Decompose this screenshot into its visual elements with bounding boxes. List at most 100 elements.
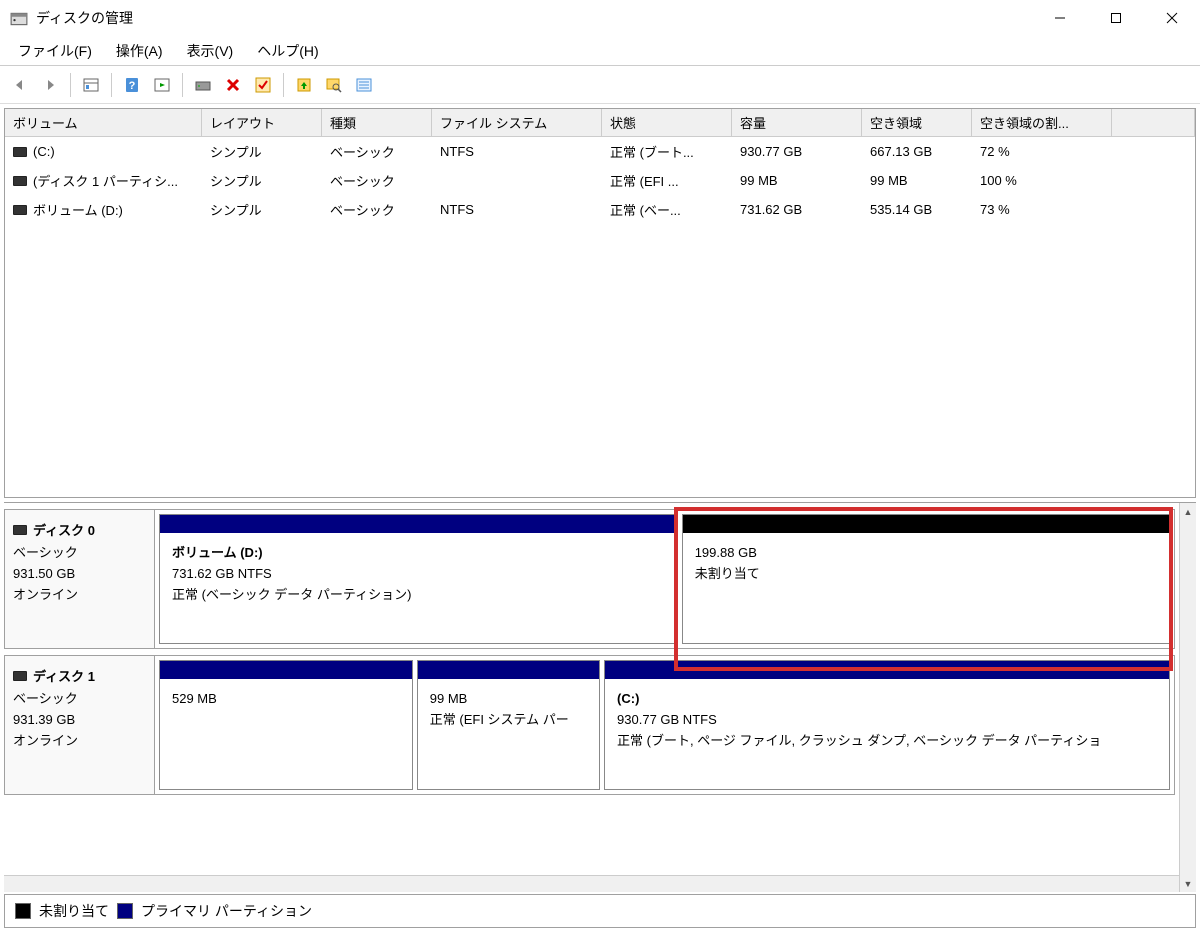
- col-capacity[interactable]: 容量: [732, 109, 862, 136]
- vertical-scrollbar[interactable]: ▲ ▼: [1179, 503, 1196, 892]
- menu-help[interactable]: ヘルプ(H): [245, 36, 330, 65]
- volume-cell-capacity: 930.77 GB: [732, 140, 862, 163]
- volume-cell-fs: [432, 169, 602, 192]
- partition-info: 529 MB: [160, 679, 412, 789]
- volume-cell-layout: シンプル: [202, 198, 322, 221]
- col-free-pct[interactable]: 空き領域の割...: [972, 109, 1112, 136]
- svg-text:?: ?: [129, 80, 136, 92]
- volume-cell-name: ボリューム (D:): [5, 198, 202, 221]
- partition-info: 199.88 GB未割り当て: [683, 533, 1169, 643]
- disk-button[interactable]: [189, 71, 217, 99]
- volume-cell-type: ベーシック: [322, 140, 432, 163]
- disk-icon: [13, 671, 27, 681]
- col-type[interactable]: 種類: [322, 109, 432, 136]
- volume-cell-fs: NTFS: [432, 198, 602, 221]
- toolbar-separator: [111, 73, 112, 97]
- app-icon: [10, 10, 26, 26]
- volume-cell-fs: NTFS: [432, 140, 602, 163]
- scroll-down-icon[interactable]: ▼: [1180, 875, 1196, 892]
- col-status[interactable]: 状態: [602, 109, 732, 136]
- partition-info: ボリューム (D:)731.62 GB NTFS正常 (ベーシック データ パー…: [160, 533, 677, 643]
- volume-icon: [13, 147, 27, 157]
- disk-row: ディスク 0ベーシック931.50 GBオンラインボリューム (D:)731.6…: [4, 509, 1175, 649]
- close-button[interactable]: [1144, 0, 1200, 36]
- legend-label-unallocated: 未割り当て: [39, 901, 109, 921]
- title-bar: ディスクの管理: [0, 0, 1200, 36]
- partition-unallocated[interactable]: 199.88 GB未割り当て: [682, 514, 1170, 644]
- menu-bar: ファイル(F) 操作(A) 表示(V) ヘルプ(H): [0, 36, 1200, 66]
- volume-cell-free: 99 MB: [862, 169, 972, 192]
- partition-primary[interactable]: 99 MB正常 (EFI システム パー: [417, 660, 600, 790]
- scroll-up-icon[interactable]: ▲: [1180, 503, 1196, 520]
- col-filesystem[interactable]: ファイル システム: [432, 109, 602, 136]
- partition-primary[interactable]: ボリューム (D:)731.62 GB NTFS正常 (ベーシック データ パー…: [159, 514, 678, 644]
- volume-list[interactable]: ボリューム レイアウト 種類 ファイル システム 状態 容量 空き領域 空き領域…: [4, 108, 1196, 498]
- up-arrow-button[interactable]: [290, 71, 318, 99]
- volume-cell-free: 535.14 GB: [862, 198, 972, 221]
- back-button[interactable]: [6, 71, 34, 99]
- volume-row[interactable]: (ディスク 1 パーティシ...シンプルベーシック正常 (EFI ...99 M…: [5, 166, 1195, 195]
- volume-icon: [13, 176, 27, 186]
- volume-cell-free: 667.13 GB: [862, 140, 972, 163]
- volume-cell-pct: 73 %: [972, 198, 1112, 221]
- toolbar-separator: [283, 73, 284, 97]
- show-hide-button[interactable]: [77, 71, 105, 99]
- disk-partition-map: ボリューム (D:)731.62 GB NTFS正常 (ベーシック データ パー…: [155, 510, 1174, 648]
- volume-cell-status: 正常 (ブート...: [602, 140, 732, 163]
- partition-info: (C:)930.77 GB NTFS正常 (ブート, ページ ファイル, クラッ…: [605, 679, 1169, 789]
- volume-row[interactable]: ボリューム (D:)シンプルベーシックNTFS正常 (ベー...731.62 G…: [5, 195, 1195, 224]
- disk-label[interactable]: ディスク 0ベーシック931.50 GBオンライン: [5, 510, 155, 648]
- disk-map-area: ディスク 0ベーシック931.50 GBオンラインボリューム (D:)731.6…: [4, 502, 1196, 892]
- menu-file[interactable]: ファイル(F): [6, 36, 104, 65]
- toolbar-separator: [70, 73, 71, 97]
- check-button[interactable]: [249, 71, 277, 99]
- help-button[interactable]: ?: [118, 71, 146, 99]
- volume-cell-type: ベーシック: [322, 198, 432, 221]
- disk-icon: [13, 525, 27, 535]
- disk-row: ディスク 1ベーシック931.39 GBオンライン529 MB99 MB正常 (…: [4, 655, 1175, 795]
- partition-header: [418, 661, 599, 679]
- legend-label-primary: プライマリ パーティション: [141, 901, 312, 921]
- volume-cell-capacity: 99 MB: [732, 169, 862, 192]
- menu-view[interactable]: 表示(V): [175, 36, 246, 65]
- partition-primary[interactable]: 529 MB: [159, 660, 413, 790]
- volume-cell-layout: シンプル: [202, 140, 322, 163]
- minimize-button[interactable]: [1032, 0, 1088, 36]
- col-free[interactable]: 空き領域: [862, 109, 972, 136]
- maximize-button[interactable]: [1088, 0, 1144, 36]
- legend-swatch-primary: [117, 903, 133, 919]
- volume-cell-capacity: 731.62 GB: [732, 198, 862, 221]
- partition-info: 99 MB正常 (EFI システム パー: [418, 679, 599, 789]
- delete-button[interactable]: [219, 71, 247, 99]
- volume-cell-pct: 100 %: [972, 169, 1112, 192]
- partition-header: [160, 661, 412, 679]
- toolbar: ?: [0, 66, 1200, 104]
- volume-icon: [13, 205, 27, 215]
- col-spacer: [1112, 109, 1195, 136]
- search-button[interactable]: [320, 71, 348, 99]
- partition-primary[interactable]: (C:)930.77 GB NTFS正常 (ブート, ページ ファイル, クラッ…: [604, 660, 1170, 790]
- volume-cell-status: 正常 (EFI ...: [602, 169, 732, 192]
- disk-label[interactable]: ディスク 1ベーシック931.39 GBオンライン: [5, 656, 155, 794]
- volume-row[interactable]: (C:)シンプルベーシックNTFS正常 (ブート...930.77 GB667.…: [5, 137, 1195, 166]
- volume-cell-layout: シンプル: [202, 169, 322, 192]
- forward-button[interactable]: [36, 71, 64, 99]
- col-layout[interactable]: レイアウト: [202, 109, 322, 136]
- col-volume[interactable]: ボリューム: [5, 109, 202, 136]
- volume-list-header: ボリューム レイアウト 種類 ファイル システム 状態 容量 空き領域 空き領域…: [5, 109, 1195, 137]
- partition-header: [160, 515, 677, 533]
- partition-header: [683, 515, 1169, 533]
- toolbar-separator: [182, 73, 183, 97]
- volume-cell-name: (ディスク 1 パーティシ...: [5, 169, 202, 192]
- partition-header: [605, 661, 1169, 679]
- legend-swatch-unallocated: [15, 903, 31, 919]
- disk-partition-map: 529 MB99 MB正常 (EFI システム パー(C:)930.77 GB …: [155, 656, 1174, 794]
- volume-cell-name: (C:): [5, 140, 202, 163]
- volume-cell-type: ベーシック: [322, 169, 432, 192]
- action-button[interactable]: [148, 71, 176, 99]
- menu-action[interactable]: 操作(A): [104, 36, 175, 65]
- list-button[interactable]: [350, 71, 378, 99]
- window-title: ディスクの管理: [36, 8, 1032, 28]
- volume-cell-pct: 72 %: [972, 140, 1112, 163]
- horizontal-scrollbar[interactable]: [4, 875, 1179, 892]
